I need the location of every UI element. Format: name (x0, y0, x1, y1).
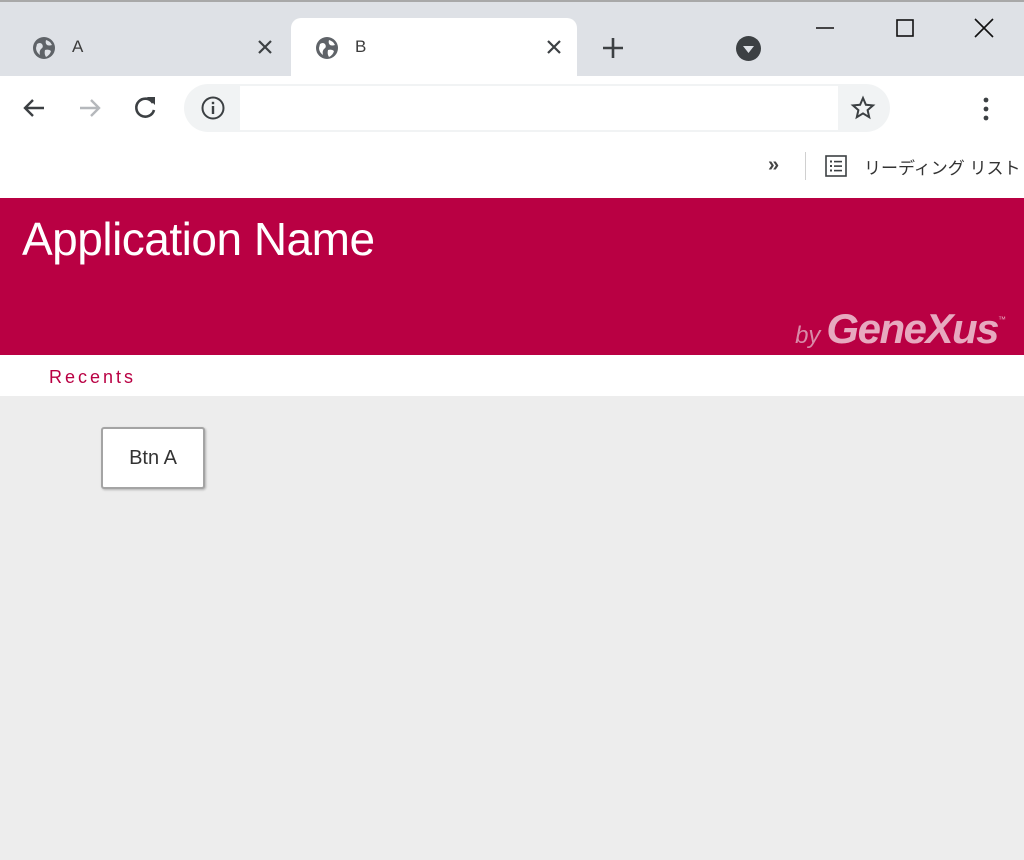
maximize-icon[interactable] (890, 14, 920, 44)
tab-title: A (72, 37, 84, 56)
address-bar (184, 84, 890, 132)
more-vert-icon[interactable] (972, 94, 1000, 124)
back-arrow-icon[interactable] (18, 92, 50, 124)
reading-list-button[interactable]: リーディング リスト (824, 152, 1021, 180)
brand-trademark: ™ (998, 315, 1006, 324)
reading-list-icon (824, 154, 848, 178)
main-content: Btn A (0, 396, 1024, 860)
tab-b[interactable]: B (291, 18, 577, 78)
browser-tab-strip: A B (0, 0, 1024, 78)
bookmarks-bar: » リーディング リスト (0, 140, 1024, 198)
recents-bar: Recents (0, 355, 1024, 396)
app-header: Application Name by GeneXus ™ (0, 198, 1024, 355)
globe-icon (315, 36, 339, 60)
tab-search-icon[interactable] (735, 35, 762, 62)
browser-toolbar (0, 76, 1024, 140)
bookmarks-divider (805, 152, 806, 180)
url-input[interactable] (240, 86, 838, 130)
btn-a-button[interactable]: Btn A (101, 427, 205, 489)
tab-title: B (355, 37, 367, 56)
brand-by: by (795, 322, 821, 349)
info-icon[interactable] (200, 95, 226, 121)
minimize-icon[interactable] (810, 14, 840, 44)
star-icon[interactable] (850, 95, 876, 121)
plus-icon[interactable] (598, 33, 628, 63)
app-title: Application Name (22, 213, 375, 265)
brand-name: GeneXus (826, 305, 999, 352)
globe-icon (32, 36, 56, 60)
reload-icon[interactable] (129, 92, 161, 124)
forward-arrow-icon[interactable] (74, 92, 106, 124)
window-close-icon[interactable] (969, 14, 999, 44)
close-icon[interactable] (252, 34, 278, 60)
tab-a[interactable]: A (16, 18, 288, 78)
close-icon[interactable] (541, 34, 567, 60)
bookmarks-overflow-button[interactable]: » (768, 154, 779, 177)
recents-link[interactable]: Recents (49, 367, 136, 388)
genexus-logo: by GeneXus ™ (795, 305, 1006, 353)
reading-list-label: リーディング リスト (864, 158, 1021, 178)
